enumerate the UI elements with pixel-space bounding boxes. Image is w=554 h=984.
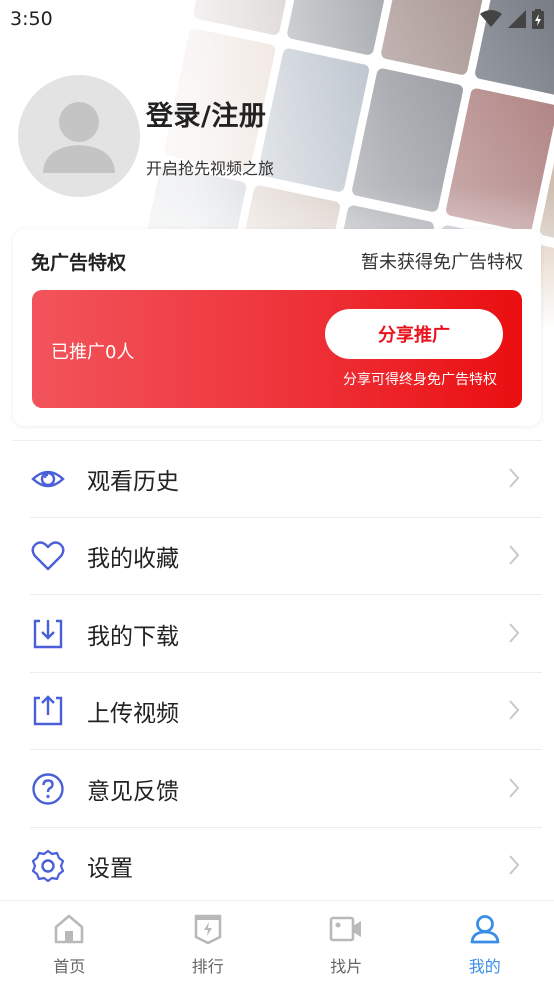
status-icons — [480, 9, 544, 29]
share-promote-button[interactable]: 分享推广 — [325, 309, 503, 359]
tab-ranking[interactable]: 排行 — [139, 901, 278, 984]
ad-free-status: 暂未获得免广告特权 — [361, 252, 523, 273]
home-icon — [54, 914, 84, 944]
login-register-link[interactable]: 登录/注册 — [146, 94, 274, 133]
ad-free-card: 免广告特权 暂未获得免广告特权 已推广0人 分享推广 分享可得终身免广告特权 — [13, 229, 541, 426]
tab-label: 我的 — [468, 957, 501, 976]
menu-item-label: 观看历史 — [87, 468, 179, 495]
heart-icon — [30, 538, 66, 574]
menu-item-history[interactable]: 观看历史 — [30, 440, 542, 517]
share-note: 分享可得终身免广告特权 — [343, 372, 497, 388]
video-camera-icon — [329, 916, 362, 942]
menu-item-feedback[interactable]: 意见反馈 — [30, 750, 542, 827]
menu-item-settings[interactable]: 设置 — [30, 827, 542, 904]
wifi-icon — [480, 10, 502, 27]
menu-item-label: 我的下载 — [87, 623, 179, 650]
status-time: 3:50 — [10, 8, 53, 30]
eye-icon — [30, 461, 66, 497]
tab-mine[interactable]: 我的 — [416, 901, 554, 984]
ranking-icon — [194, 914, 222, 945]
menu-item-label: 设置 — [87, 855, 133, 882]
status-bar: 3:50 — [0, 0, 554, 38]
chevron-right-icon — [509, 468, 520, 488]
menu-item-label: 我的收藏 — [87, 545, 179, 572]
promoted-count: 已推广0人 — [51, 342, 135, 363]
gear-icon — [30, 848, 66, 884]
tab-home[interactable]: 首页 — [0, 901, 139, 984]
tab-label: 首页 — [53, 957, 86, 976]
menu-item-label: 上传视频 — [87, 700, 179, 727]
chevron-right-icon — [509, 855, 520, 875]
menu-item-label: 意见反馈 — [87, 778, 179, 805]
signal-icon — [508, 10, 526, 28]
chevron-right-icon — [509, 623, 520, 643]
ad-free-title: 免广告特权 — [31, 251, 127, 274]
chevron-right-icon — [509, 778, 520, 798]
tab-label: 找片 — [330, 957, 363, 976]
chevron-right-icon — [509, 700, 520, 720]
default-avatar-icon — [43, 102, 115, 173]
menu-item-upload[interactable]: 上传视频 — [30, 672, 542, 749]
avatar[interactable] — [18, 75, 140, 197]
profile-subtitle: 开启抢先视频之旅 — [146, 158, 275, 178]
chevron-right-icon — [509, 545, 520, 565]
battery-icon — [532, 9, 544, 29]
promotion-banner: 已推广0人 分享推广 分享可得终身免广告特权 — [32, 290, 522, 408]
user-icon — [470, 915, 500, 944]
menu-item-downloads[interactable]: 我的下载 — [30, 595, 542, 672]
bottom-tab-bar: 首页 排行 找片 我的 — [0, 900, 554, 984]
menu-item-favorites[interactable]: 我的收藏 — [30, 517, 542, 594]
tab-label: 排行 — [191, 957, 224, 976]
tab-find-video[interactable]: 找片 — [277, 901, 416, 984]
download-icon — [30, 616, 66, 652]
question-icon — [30, 771, 66, 807]
profile-header[interactable]: 登录/注册 开启抢先视频之旅 — [18, 75, 274, 197]
upload-icon — [30, 693, 66, 729]
